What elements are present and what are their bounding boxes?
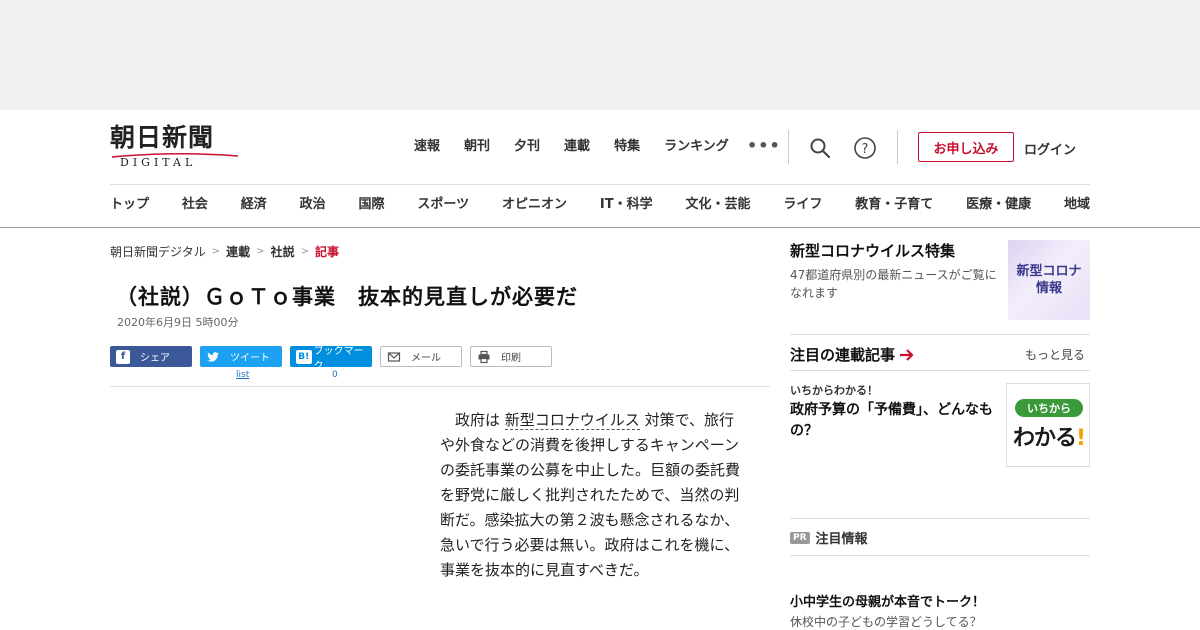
cat-society[interactable]: 社会 — [182, 196, 208, 214]
svg-text:?: ? — [862, 142, 869, 157]
tweet-count-link[interactable]: list — [236, 370, 249, 380]
article-paragraph: 政府は 新型コロナウイルス 対策で、旅行や外食などの消費を後押しするキャンペーン… — [440, 408, 748, 583]
hatena-b-icon: B! — [296, 349, 312, 364]
featured-series-label: 注目の連載記事 — [790, 346, 896, 364]
breadcrumb-home[interactable]: 朝日新聞デジタル — [110, 243, 206, 260]
series-article-link[interactable]: 政府予算の「予備費」、どんなもの？ — [790, 400, 1002, 442]
breadcrumb-separator-icon: > — [211, 246, 221, 257]
category-nav: トップ 社会 経済 政治 国際 スポーツ オピニオン IT・科学 文化・芸能 ラ… — [110, 196, 1090, 214]
article-date: 2020年6月9日 5時00分 — [117, 316, 239, 329]
sidebar-divider — [790, 370, 1090, 371]
facebook-icon: f — [116, 349, 130, 364]
pr-tag: PR — [790, 531, 810, 544]
thumb-big-text: わかる — [1013, 426, 1077, 451]
twitter-bird-icon — [207, 351, 219, 362]
cat-politics[interactable]: 政治 — [300, 196, 326, 214]
article-body: 政府は 新型コロナウイルス 対策で、旅行や外食などの消費を後押しするキャンペーン… — [440, 408, 748, 583]
series-thumbnail[interactable]: いちから わかる! — [1006, 383, 1090, 467]
keyword-link[interactable]: 新型コロナウイルス — [504, 411, 640, 430]
hatena-bookmark-button[interactable]: B! ブックマーク — [290, 346, 372, 372]
print-button[interactable]: 印刷 — [470, 346, 552, 367]
cat-education[interactable]: 教育・子育て — [855, 196, 933, 214]
sidebar-divider — [790, 555, 1090, 556]
logo-digital: DIGITAL — [120, 156, 197, 169]
cat-culture[interactable]: 文化・芸能 — [685, 196, 750, 214]
search-icon[interactable] — [808, 136, 832, 160]
top-nav-features[interactable]: 特集 — [614, 138, 640, 156]
pr-article-desc[interactable]: 休校中の子どもの学習どうしてる？ — [790, 613, 982, 630]
share-rule — [110, 386, 770, 387]
body-text-before: 政府は — [455, 411, 505, 429]
top-nav-evening[interactable]: 夕刊 — [514, 138, 540, 156]
bookmark-count[interactable]: 0 — [332, 370, 338, 380]
pr-label: 注目情報 — [815, 532, 868, 547]
cat-international[interactable]: 国際 — [359, 196, 385, 214]
featured-series-heading[interactable]: 注目の連載記事 — [790, 344, 915, 365]
thumb-logo-text: わかる! — [1013, 420, 1086, 452]
print-icon — [478, 350, 490, 363]
sidebar-divider — [790, 334, 1090, 335]
print-label: 印刷 — [501, 353, 521, 364]
header-rule — [110, 184, 1090, 185]
article-headline: （社説）ＧｏＴｏ事業 抜本的見直しが必要だ — [116, 285, 578, 309]
breadcrumb-editorial[interactable]: 社説 — [271, 243, 295, 260]
cat-health[interactable]: 医療・健康 — [966, 196, 1031, 214]
hatena-bookmark-label: ブックマーク — [313, 345, 364, 372]
thumb-badge: いちから — [1015, 399, 1083, 417]
see-more-link[interactable]: もっと見る — [1025, 346, 1085, 363]
tweet-label: ツイート — [230, 353, 270, 364]
mail-share-button[interactable]: メール — [380, 346, 462, 367]
facebook-share-label: シェア — [140, 353, 170, 364]
subscribe-button[interactable]: お申し込み — [918, 132, 1014, 162]
header-divider-2 — [897, 130, 898, 164]
breadcrumb-separator-icon: > — [256, 246, 265, 257]
ad-banner-area — [0, 0, 1200, 110]
top-nav-series[interactable]: 連載 — [564, 138, 590, 156]
cat-top[interactable]: トップ — [110, 196, 149, 214]
corona-thumb-line1: 新型コロナ — [1016, 264, 1082, 279]
breadcrumb: 朝日新聞デジタル > 連載 > 社説 > 記事 — [110, 243, 339, 260]
login-link[interactable]: ログイン — [1024, 139, 1076, 158]
tweet-button[interactable]: ツイート — [200, 346, 282, 367]
help-icon[interactable]: ? — [853, 136, 877, 160]
corona-thumb-line2: 情報 — [1035, 281, 1062, 296]
pr-article-title[interactable]: 小中学生の母親が本音でトーク！ — [790, 591, 985, 610]
breadcrumb-separator-icon: > — [300, 246, 309, 257]
cat-economy[interactable]: 経済 — [241, 196, 267, 214]
breadcrumb-series[interactable]: 連載 — [226, 243, 250, 260]
cat-life[interactable]: ライフ — [783, 196, 822, 214]
corona-special-title[interactable]: 新型コロナウイルス特集 — [790, 240, 955, 261]
top-nav-ranking[interactable]: ランキング — [664, 138, 729, 156]
body-text-after: 対策で、旅行や外食などの消費を後押しするキャンペーンの委託事業の公募を中止した。… — [440, 411, 741, 579]
corona-special-desc[interactable]: 47都道府県別の最新ニュースがご覧になれます — [790, 266, 1004, 302]
breadcrumb-current: 記事 — [314, 245, 339, 259]
top-nav-breaking[interactable]: 速報 — [414, 138, 440, 156]
top-nav: 速報 朝刊 夕刊 連載 特集 ランキング — [414, 138, 753, 156]
cat-opinion[interactable]: オピニオン — [502, 196, 567, 214]
more-dots-icon[interactable]: ••• — [747, 136, 781, 155]
cat-sports[interactable]: スポーツ — [417, 196, 469, 214]
header-divider — [788, 130, 789, 164]
top-nav-morning[interactable]: 朝刊 — [464, 138, 490, 156]
cat-it-science[interactable]: IT・科学 — [600, 196, 653, 214]
nav-bottom-rule — [0, 227, 1200, 228]
cat-region[interactable]: 地域 — [1064, 196, 1090, 214]
logo-kanji: 朝日新聞 — [110, 123, 215, 152]
pr-section-header: PR 注目情報 — [790, 528, 868, 547]
arrow-right-icon — [900, 348, 914, 361]
facebook-share-button[interactable]: f シェア — [110, 346, 192, 367]
thumb-exclaim: ! — [1076, 426, 1086, 451]
mail-icon — [387, 351, 401, 362]
sidebar-divider — [790, 518, 1090, 519]
corona-special-thumbnail[interactable]: 新型コロナ 情報 — [1008, 240, 1090, 320]
mail-label: メール — [411, 353, 441, 364]
series-kicker: いちからわかる！ — [790, 384, 878, 397]
site-logo[interactable]: 朝日新聞 DIGITAL — [110, 124, 242, 170]
